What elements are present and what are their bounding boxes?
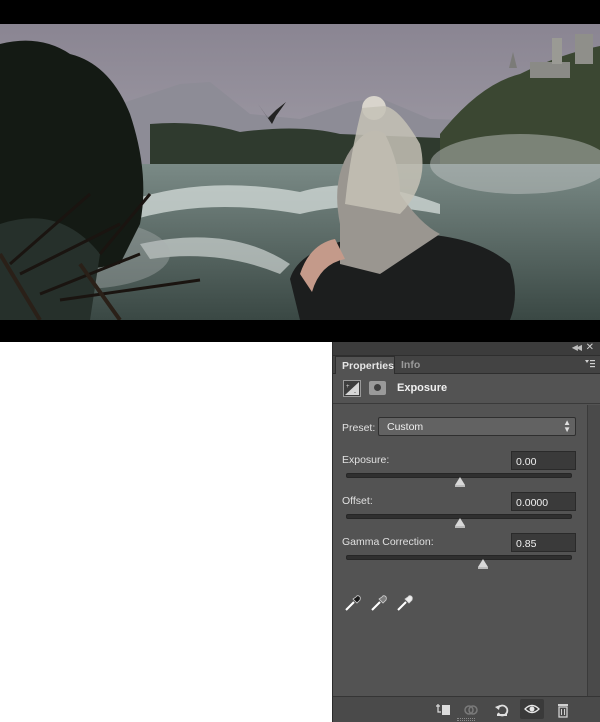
exposure-adjustment-icon[interactable]: + - <box>343 380 361 397</box>
panel-title-strip: ◀◀ ✕ <box>333 342 600 356</box>
adjustment-header: + - Exposure <box>333 374 600 404</box>
adjustment-controls: Preset: Custom ▲▼ Exposure: Offset: Gamm… <box>333 405 587 696</box>
gamma-correction-slider-track[interactable] <box>346 555 572 569</box>
svg-text:-: - <box>354 390 356 396</box>
collapse-panel-icon[interactable]: ◀◀ <box>572 343 582 352</box>
image-canvas[interactable] <box>0 0 600 342</box>
exposure-slider-track[interactable] <box>346 473 572 487</box>
photo-composite <box>0 24 600 320</box>
reset-icon[interactable] <box>494 702 510 718</box>
delete-icon[interactable] <box>555 702 571 718</box>
exposure-label: Exposure: <box>342 454 390 466</box>
preset-value: Custom <box>387 421 424 433</box>
panel-footer <box>333 696 600 722</box>
resize-grip[interactable] <box>457 718 475 721</box>
panel-menu-icon[interactable] <box>585 359 595 369</box>
gray-point-eyedropper-icon[interactable] <box>369 593 389 613</box>
adjustment-title: Exposure <box>397 382 448 394</box>
view-previous-state-icon[interactable] <box>463 702 479 718</box>
svg-text:+: + <box>346 384 350 390</box>
exposure-slider-thumb[interactable] <box>455 477 465 487</box>
visibility-toggle-button[interactable] <box>520 699 544 719</box>
properties-panel: ◀◀ ✕ Properties Info + - Exposure Preset… <box>332 342 600 722</box>
tab-info[interactable]: Info <box>395 356 426 374</box>
gamma-correction-label: Gamma Correction: <box>342 536 434 548</box>
visibility-eye-icon <box>524 704 540 714</box>
offset-value-field[interactable] <box>511 492 576 511</box>
exposure-value-field[interactable] <box>511 451 576 470</box>
preset-label: Preset: <box>342 422 376 434</box>
black-point-eyedropper-icon[interactable] <box>343 593 363 613</box>
clip-to-layer-icon[interactable] <box>435 702 451 718</box>
tab-bar: Properties Info <box>333 356 600 374</box>
white-point-eyedropper-icon[interactable] <box>395 593 415 613</box>
offset-slider-track[interactable] <box>346 514 572 528</box>
offset-slider-thumb[interactable] <box>455 518 465 528</box>
updown-arrows-icon: ▲ ▼ <box>563 418 571 434</box>
gamma-correction-value-field[interactable] <box>511 533 576 552</box>
gamma-correction-slider-thumb[interactable] <box>478 559 488 569</box>
preset-dropdown[interactable]: Custom ▲ ▼ <box>378 417 576 436</box>
close-icon[interactable]: ✕ <box>586 342 594 353</box>
offset-label: Offset: <box>342 495 373 507</box>
panel-scrollbar[interactable] <box>587 405 600 696</box>
tab-properties[interactable]: Properties <box>335 356 395 374</box>
layer-mask-icon[interactable] <box>369 381 386 395</box>
